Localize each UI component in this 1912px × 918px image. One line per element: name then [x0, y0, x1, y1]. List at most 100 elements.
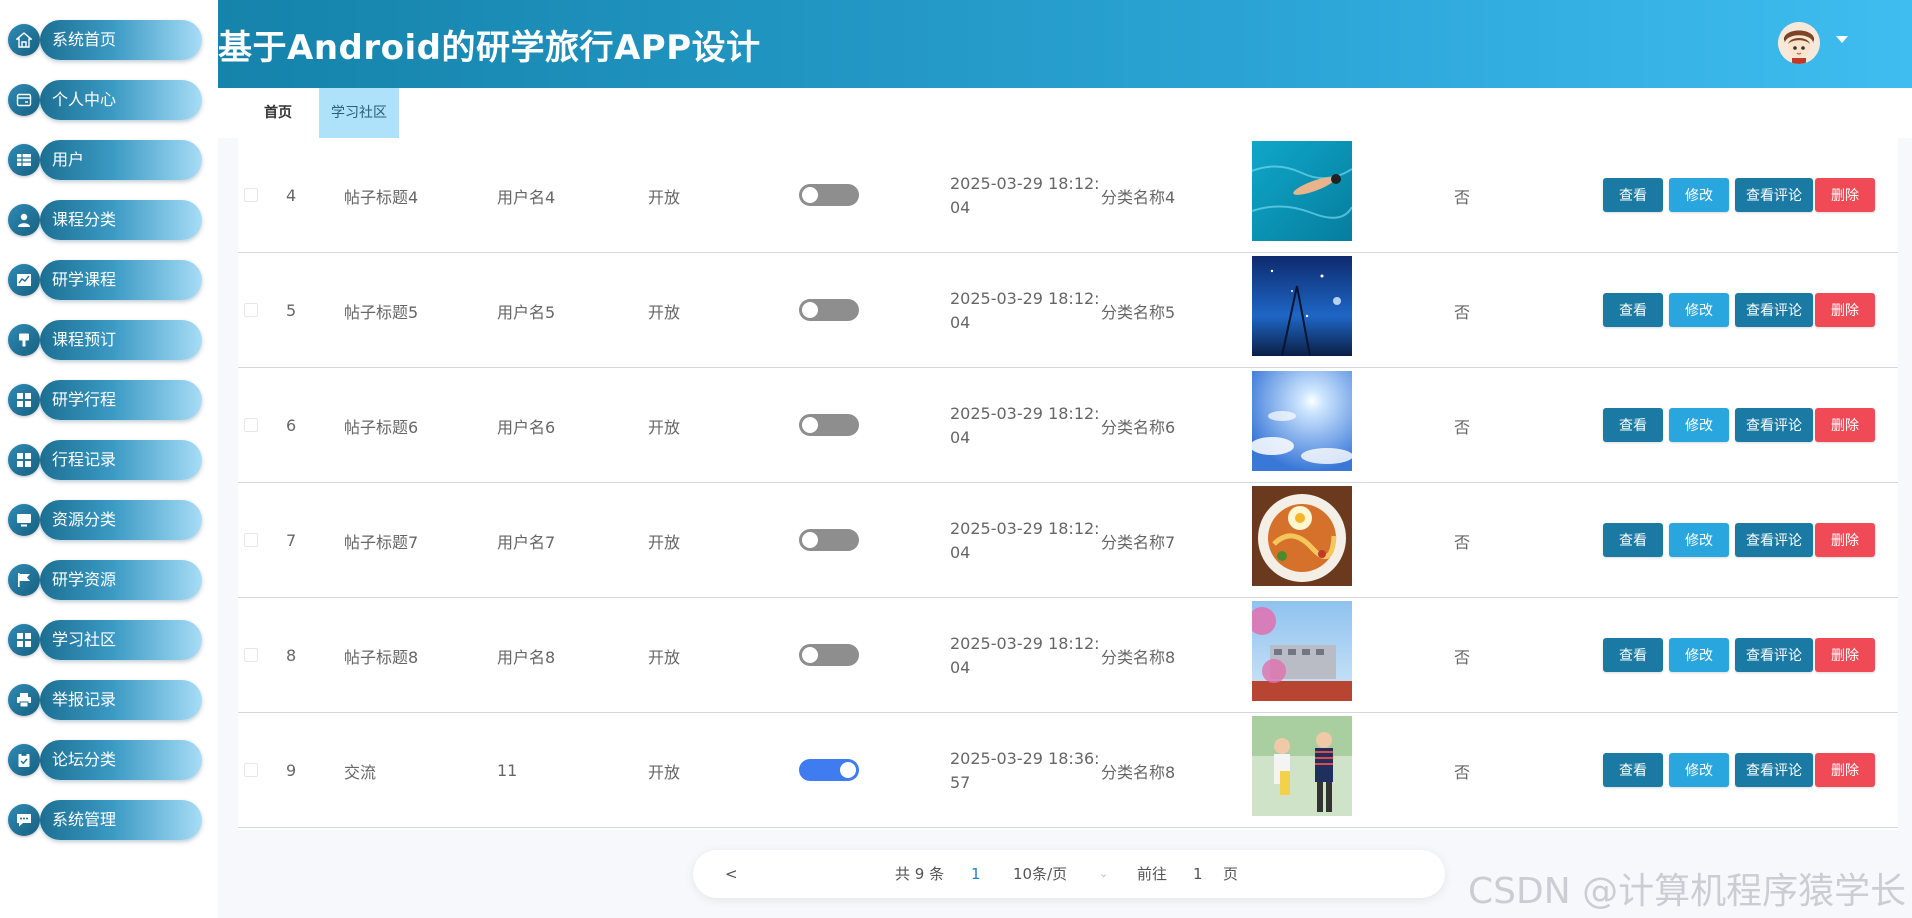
delete-button[interactable]: 删除 — [1815, 178, 1875, 212]
row-index: 9 — [286, 761, 297, 780]
chevron-down-icon[interactable]: ⌄ — [1099, 850, 1108, 898]
post-time-line2: 04 — [950, 542, 971, 562]
status-toggle[interactable] — [799, 184, 859, 206]
chevron-down-icon[interactable] — [1836, 36, 1848, 43]
sidebar-item-6[interactable]: 课程预订 — [8, 320, 202, 360]
view-button[interactable]: 查看 — [1603, 408, 1663, 442]
status-toggle[interactable] — [799, 759, 859, 781]
post-time: 2025-03-29 18:12: 04 — [950, 138, 1100, 253]
view-button[interactable]: 查看 — [1603, 638, 1663, 672]
table-row: 5 帖子标题5 用户名5 开放 2025-03-29 18:12: 04 分类名称5 否 查看修… — [238, 253, 1898, 368]
sidebar-item-7[interactable]: 研学行程 — [8, 380, 202, 420]
row-checkbox[interactable] — [244, 763, 258, 777]
flag-value: 否 — [1454, 762, 1471, 782]
status-text: 开放 — [648, 187, 681, 207]
edit-button[interactable]: 修改 — [1669, 408, 1729, 442]
view-button[interactable]: 查看 — [1603, 293, 1663, 327]
view-comments-button[interactable]: 查看评论 — [1735, 753, 1813, 787]
sidebar-item-13[interactable]: 论坛分类 — [8, 740, 202, 780]
view-button[interactable]: 查看 — [1603, 753, 1663, 787]
prev-page-button[interactable]: < — [725, 850, 738, 898]
edit-button[interactable]: 修改 — [1669, 638, 1729, 672]
post-time: 2025-03-29 18:12: 04 — [950, 598, 1100, 713]
status-toggle[interactable] — [799, 414, 859, 436]
tiles-icon — [8, 624, 40, 656]
printer-icon — [8, 684, 40, 716]
view-comments-button[interactable]: 查看评论 — [1735, 178, 1813, 212]
sidebar-item-label: 系统首页 — [52, 30, 117, 49]
goto-page-input[interactable]: 1 — [1193, 850, 1203, 898]
status-toggle[interactable] — [799, 529, 859, 551]
campus-photo[interactable] — [1252, 601, 1352, 701]
home-icon — [8, 24, 40, 56]
sidebar-item-11[interactable]: 学习社区 — [8, 620, 202, 660]
sidebar-item-1[interactable]: 系统首页 — [8, 20, 202, 60]
row-index: 4 — [286, 186, 297, 205]
view-comments-button[interactable]: 查看评论 — [1735, 638, 1813, 672]
sidebar-item-3[interactable]: 用户 — [8, 140, 202, 180]
view-comments-button[interactable]: 查看评论 — [1735, 523, 1813, 557]
edit-button[interactable]: 修改 — [1669, 178, 1729, 212]
sidebar-item-10[interactable]: 研学资源 — [8, 560, 202, 600]
delete-button[interactable]: 删除 — [1815, 638, 1875, 672]
post-time: 2025-03-29 18:36: 57 — [950, 713, 1100, 828]
post-time: 2025-03-29 18:12: 04 — [950, 483, 1100, 598]
sidebar-item-label: 论坛分类 — [52, 750, 117, 769]
delete-button[interactable]: 删除 — [1815, 408, 1875, 442]
row-index: 7 — [286, 531, 297, 550]
sidebar-item-12[interactable]: 举报记录 — [8, 680, 202, 720]
status-toggle[interactable] — [799, 299, 859, 321]
avatar[interactable] — [1778, 22, 1820, 64]
view-comments-button[interactable]: 查看评论 — [1735, 408, 1813, 442]
monitor-icon — [8, 504, 40, 536]
delete-button[interactable]: 删除 — [1815, 753, 1875, 787]
sidebar-item-8[interactable]: 行程记录 — [8, 440, 202, 480]
view-button[interactable]: 查看 — [1603, 178, 1663, 212]
sidebar-item-9[interactable]: 资源分类 — [8, 500, 202, 540]
edit-button[interactable]: 修改 — [1669, 753, 1729, 787]
row-index: 8 — [286, 646, 297, 665]
page-number[interactable]: 1 — [971, 850, 981, 898]
row-checkbox[interactable] — [244, 533, 258, 547]
swimmer-photo[interactable] — [1252, 141, 1352, 241]
row-checkbox[interactable] — [244, 303, 258, 317]
edit-button[interactable]: 修改 — [1669, 293, 1729, 327]
category-name: 分类名称6 — [1101, 417, 1176, 437]
row-checkbox[interactable] — [244, 648, 258, 662]
post-time-line1: 2025-03-29 18:12: — [950, 173, 1100, 193]
post-time-line2: 04 — [950, 312, 971, 332]
night-sky-photo[interactable] — [1252, 256, 1352, 356]
sidebar-item-2[interactable]: 个人中心 — [8, 80, 202, 120]
category-name: 分类名称4 — [1101, 187, 1176, 207]
post-time-line2: 04 — [950, 657, 971, 677]
sidebar-item-label: 课程预订 — [52, 330, 117, 349]
row-checkbox[interactable] — [244, 188, 258, 202]
sidebar-item-14[interactable]: 系统管理 — [8, 800, 202, 840]
students-photo[interactable] — [1252, 716, 1352, 816]
clipboard-icon — [8, 744, 40, 776]
data-table: 4 帖子标题4 用户名4 开放 2025-03-29 18:12: 04 分类名称4 否查看修… — [238, 138, 1898, 830]
page-size-select[interactable]: 10条/页 — [1013, 850, 1067, 898]
sidebar-item-4[interactable]: 课程分类 — [8, 200, 202, 240]
delete-button[interactable]: 删除 — [1815, 293, 1875, 327]
sun-sky-photo[interactable] — [1252, 371, 1352, 471]
food-plate-photo[interactable] — [1252, 486, 1352, 586]
view-button[interactable]: 查看 — [1603, 523, 1663, 557]
edit-button[interactable]: 修改 — [1669, 523, 1729, 557]
tab-learning-community[interactable]: 学习社区 — [319, 88, 399, 138]
user-icon — [8, 204, 40, 236]
row-checkbox[interactable] — [244, 418, 258, 432]
toggle-knob — [802, 187, 818, 203]
category-name: 分类名称5 — [1101, 302, 1176, 322]
user-name: 用户名8 — [497, 647, 556, 667]
table-row: 4 帖子标题4 用户名4 开放 2025-03-29 18:12: 04 分类名称4 否 查看修… — [238, 138, 1898, 253]
post-time: 2025-03-29 18:12: 04 — [950, 253, 1100, 368]
delete-button[interactable]: 删除 — [1815, 523, 1875, 557]
tab-home[interactable]: 首页 — [252, 88, 304, 138]
status-toggle[interactable] — [799, 644, 859, 666]
post-time-line2: 04 — [950, 197, 971, 217]
avatar-icon — [1778, 22, 1820, 64]
sidebar-item-label: 学习社区 — [52, 630, 117, 649]
view-comments-button[interactable]: 查看评论 — [1735, 293, 1813, 327]
sidebar-item-5[interactable]: 研学课程 — [8, 260, 202, 300]
